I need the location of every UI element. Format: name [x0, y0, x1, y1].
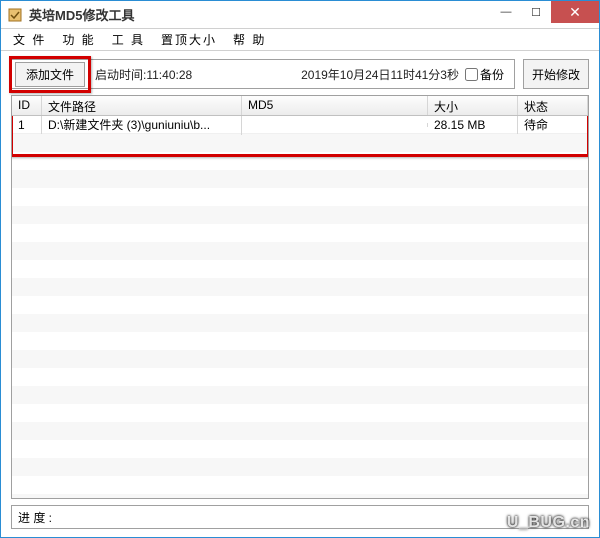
- backup-checkbox[interactable]: [465, 68, 478, 81]
- window-frame: 英培MD5修改工具 — ☐ ✕ 文 件 功 能 工 具 置顶大小 帮 助 添加文…: [0, 0, 600, 538]
- add-file-wrap: 添加文件: [15, 62, 85, 87]
- maximize-button[interactable]: ☐: [521, 1, 551, 23]
- rows-layer: 1 D:\新建文件夹 (3)\guniuniu\b... 28.15 MB 待命: [12, 116, 588, 134]
- app-icon: [7, 7, 23, 23]
- menu-file[interactable]: 文 件: [5, 29, 54, 50]
- cell-path: D:\新建文件夹 (3)\guniuniu\b...: [42, 116, 242, 135]
- col-header-size[interactable]: 大小: [428, 96, 518, 115]
- add-file-button[interactable]: 添加文件: [15, 62, 85, 87]
- toolbar: 添加文件 启动时间:11:40:28 2019年10月24日11时41分3秒 备…: [1, 51, 599, 95]
- menubar: 文 件 功 能 工 具 置顶大小 帮 助: [1, 29, 599, 51]
- list-header: ID 文件路径 MD5 大小 状态: [12, 96, 588, 116]
- titlebar[interactable]: 英培MD5修改工具 — ☐ ✕: [1, 1, 599, 29]
- toolbar-inner: 添加文件 启动时间:11:40:28 2019年10月24日11时41分3秒 备…: [11, 59, 515, 89]
- start-time-label: 启动时间:11:40:28: [95, 66, 192, 83]
- file-list: ID 文件路径 MD5 大小 状态 1 D:\新建文件夹 (3)\guniuni…: [11, 95, 589, 499]
- menu-topsize[interactable]: 置顶大小: [153, 29, 225, 50]
- progress-label: 进 度 :: [18, 509, 52, 526]
- col-header-id[interactable]: ID: [12, 96, 42, 115]
- table-row[interactable]: 1 D:\新建文件夹 (3)\guniuniu\b... 28.15 MB 待命: [12, 116, 588, 134]
- menu-function[interactable]: 功 能: [54, 29, 103, 50]
- menu-help[interactable]: 帮 助: [225, 29, 274, 50]
- col-header-path[interactable]: 文件路径: [42, 96, 242, 115]
- current-time: 2019年10月24日11时41分3秒: [301, 66, 459, 83]
- backup-checkbox-wrap[interactable]: 备份: [465, 66, 504, 83]
- col-header-status[interactable]: 状态: [518, 96, 588, 115]
- window-controls: — ☐ ✕: [491, 1, 599, 23]
- cell-status: 待命: [518, 116, 588, 135]
- cell-md5: [242, 123, 428, 127]
- watermark: U_BUG.cn: [507, 514, 590, 532]
- list-body[interactable]: 1 D:\新建文件夹 (3)\guniuniu\b... 28.15 MB 待命: [12, 116, 588, 498]
- backup-label: 备份: [480, 66, 504, 83]
- menu-tool[interactable]: 工 具: [104, 29, 153, 50]
- start-modify-button[interactable]: 开始修改: [523, 59, 589, 89]
- cell-id: 1: [12, 116, 42, 134]
- status-bar: 进 度 :: [11, 505, 589, 529]
- cell-size: 28.15 MB: [428, 116, 518, 134]
- window-title: 英培MD5修改工具: [29, 5, 134, 24]
- col-header-md5[interactable]: MD5: [242, 96, 428, 115]
- minimize-button[interactable]: —: [491, 1, 521, 23]
- stripe-background: [12, 116, 588, 498]
- close-button[interactable]: ✕: [551, 1, 599, 23]
